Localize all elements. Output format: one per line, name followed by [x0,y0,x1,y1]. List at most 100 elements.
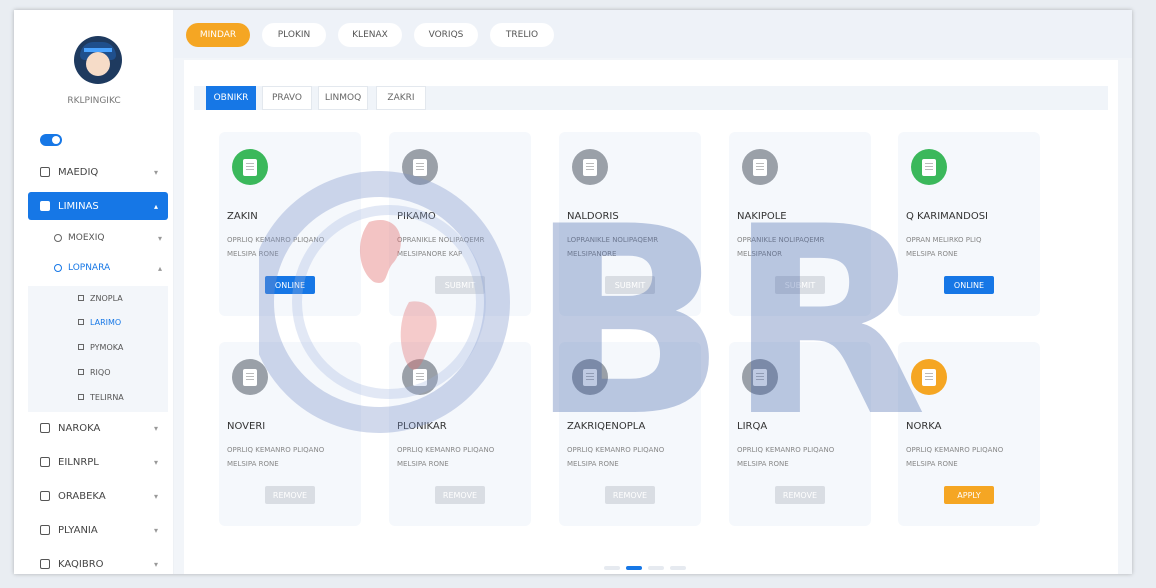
sidebar-toggle[interactable] [40,134,62,146]
card-description: OPRANIKLE NOLIPAQEMR [397,236,485,244]
card-title: NOVERI [227,421,266,432]
card-description: MELSIPANOR [737,250,783,258]
app-card[interactable]: ZAKRIQENOPLA OPRLIQ KEMANRO PLIQANO MELSIP… [559,342,701,526]
content-panel: OBNIKR PRAVO LINMOQ ZAKRI ZAKIN OPRLIQ KE… [184,60,1118,574]
submenu-item-label: MOEXIQ [68,233,105,243]
filter-tab-3[interactable]: LINMOQ [318,86,368,110]
top-tab-2[interactable]: PLOKIN [262,23,326,47]
submenu-leaf-2[interactable]: LARIMO [78,310,158,334]
card-title: NALDORIS [567,211,619,222]
app-card[interactable]: NOVERI OPRLIQ KEMANRO PLIQANO MELSIPA RONE… [219,342,361,526]
top-tab-3[interactable]: KLENAX [338,23,402,47]
sidebar-item-label: PLYANIA [58,524,98,536]
page-dot[interactable] [648,566,664,570]
document-icon [572,359,608,395]
app-card[interactable]: LIRQA OPRLIQ KEMANRO PLIQANO MELSIPA RONE R… [729,342,871,526]
app-card[interactable]: PIKAMO OPRANIKLE NOLIPAQEMR MELSIPANORE KA… [389,132,531,316]
user-avatar[interactable] [74,36,122,84]
submenu-leaf-1[interactable]: ZNOPLA [78,286,158,310]
page-glyph [753,368,767,386]
card-title: PLONIKAR [397,421,447,432]
card-title: ZAKRIQENOPLA [567,421,646,432]
card-action-button[interactable]: SUBMIT [435,276,485,294]
pin-icon [54,264,62,272]
card-action-button[interactable]: REMOVE [605,486,655,504]
submenu-leaf-4[interactable]: RIQO [78,360,158,384]
page-dot-current[interactable] [626,566,642,570]
document-icon [232,359,268,395]
top-nav: MINDAR PLOKIN KLENAX VORIQS TRELIO [174,10,1132,58]
top-tab-1[interactable]: MINDAR [186,23,250,47]
chevron-down-icon: ▾ [153,559,158,569]
chart-icon [54,234,62,242]
app-card[interactable]: Q KARIMANDOSI OPRAN MELIRKO PLIQ MELSIPA R… [898,132,1040,316]
document-icon [911,149,947,185]
card-action-button[interactable]: REMOVE [435,486,485,504]
card-description: MELSIPA RONE [906,250,958,258]
sidebar-item-5[interactable]: ORABEKA ▾ [28,482,168,510]
main-area: MINDAR PLOKIN KLENAX VORIQS TRELIO OBNIK… [174,10,1132,574]
card-title: ZAKIN [227,211,258,222]
submenu-item-2[interactable]: LOPNARA ▴ [54,256,164,280]
card-description: OPRLIQ KEMANRO PLIQANO [227,446,325,454]
pagination [604,566,686,570]
sidebar-item-1[interactable]: MAEDIQ ▾ [28,158,168,186]
sidebar-item-3[interactable]: NAROKA ▾ [28,414,168,442]
card-action-button[interactable]: APPLY [944,486,994,504]
page-glyph [583,368,597,386]
app-card[interactable]: NORKA OPRLIQ KEMANRO PLIQANO MELSIPA RONE A… [898,342,1040,526]
page-glyph [753,158,767,176]
sidebar-item-2[interactable]: LIMINAS ▴ [28,192,168,220]
card-title: NORKA [906,421,942,432]
app-window: RKLPINGIKC MAEDIQ ▾ LIMINAS ▴ MOEXIQ ▾ L… [14,10,1132,574]
card-action-button[interactable]: ONLINE [944,276,994,294]
card-description: OPRLIQ KEMANRO PLIQANO [397,446,495,454]
sidebar-item-6[interactable]: PLYANIA ▾ [28,516,168,544]
sidebar-item-label: LIMINAS [58,200,99,212]
edit-icon [40,423,50,433]
card-action-button[interactable]: REMOVE [265,486,315,504]
chevron-down-icon: ▾ [153,491,158,501]
card-description: MELSIPANORE [567,250,617,258]
app-card[interactable]: PLONIKAR OPRLIQ KEMANRO PLIQANO MELSIPA RO… [389,342,531,526]
document-icon [911,359,947,395]
card-action-button[interactable]: ONLINE [265,276,315,294]
page-glyph [583,158,597,176]
sidebar-item-7[interactable]: KAQIBRO ▾ [28,550,168,574]
submenu-item-1[interactable]: MOEXIQ ▾ [54,226,164,250]
card-action-button[interactable]: SUBMIT [775,276,825,294]
document-icon [742,359,778,395]
top-tab-4[interactable]: VORIQS [414,23,478,47]
card-action-button[interactable]: SUBMIT [605,276,655,294]
submenu-leaf-label: PYMOKA [90,342,124,352]
card-description: MELSIPA RONE [567,460,619,468]
card-title: NAKIPOLE [737,211,787,222]
page-glyph [922,158,936,176]
card-action-button[interactable]: REMOVE [775,486,825,504]
chevron-down-icon: ▾ [153,167,158,177]
chevron-down-icon: ▾ [153,525,158,535]
submenu-leaf-label: LARIMO [90,317,122,327]
sidebar-item-4[interactable]: EILNRPL ▾ [28,448,168,476]
filter-tab-2[interactable]: PRAVO [262,86,312,110]
chevron-up-icon: ▴ [153,201,158,211]
username: RKLPINGIKC [67,96,121,106]
filter-tab-4[interactable]: ZAKRI [376,86,426,110]
list-icon [78,344,84,350]
app-card[interactable]: NAKIPOLE OPRANIKLE NOLIPAQEMR MELSIPANOR SU… [729,132,871,316]
app-card[interactable]: ZAKIN OPRLIQ KEMANRO PLIQANO MELSIPA RONE O… [219,132,361,316]
chevron-down-icon: ▾ [153,423,158,433]
page-glyph [243,368,257,386]
page-dot[interactable] [670,566,686,570]
app-card[interactable]: NALDORIS LOPRANIKLE NOLIPAQEMR MELSIPANORE… [559,132,701,316]
page-glyph [922,368,936,386]
card-description: MELSIPA RONE [906,460,958,468]
card-description: MELSIPA RONE [227,460,279,468]
square-icon [78,394,84,400]
filter-tab-1[interactable]: OBNIKR [206,86,256,110]
page-dot[interactable] [604,566,620,570]
top-tab-5[interactable]: TRELIO [490,23,554,47]
submenu-leaf-3[interactable]: PYMOKA [78,335,158,359]
submenu-leaf-5[interactable]: TELIRNA [78,385,158,409]
card-description: LOPRANIKLE NOLIPAQEMR [567,236,659,244]
